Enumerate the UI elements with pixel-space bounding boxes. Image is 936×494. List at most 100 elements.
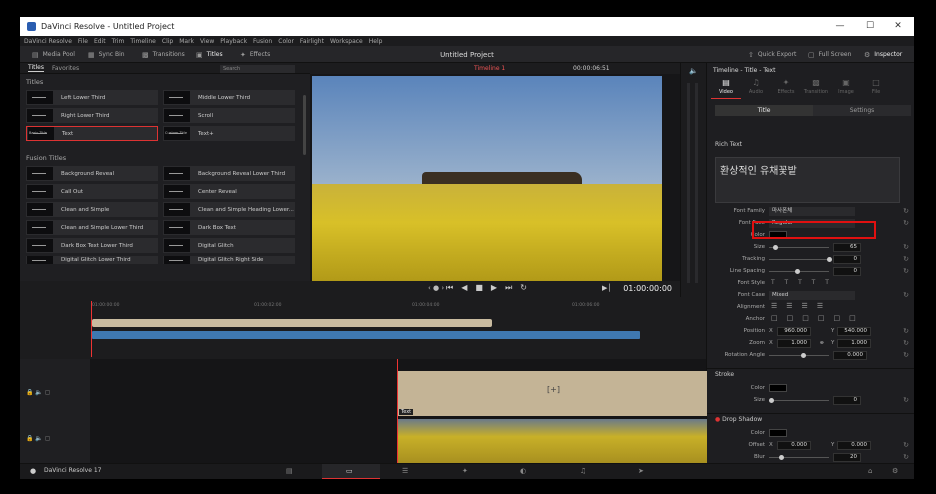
position-x-input[interactable]: 960.000 [777, 327, 811, 336]
tab-audio[interactable]: ♫ Audio [741, 75, 771, 99]
tab-effects[interactable]: ✦ Effects [771, 75, 801, 99]
menu-help[interactable]: Help [369, 38, 383, 45]
zoom-x-input[interactable]: 1.000 [777, 339, 811, 348]
size-slider[interactable] [769, 245, 829, 250]
anchor-buttons[interactable]: □□□□□□ [771, 314, 865, 322]
position-y-input[interactable]: 540.000 [837, 327, 871, 336]
font-case-select[interactable]: Mixed [769, 291, 855, 300]
fairlight-page-icon[interactable]: ♫ [580, 467, 586, 475]
blur-input[interactable]: 20 [833, 453, 861, 462]
track-controls-v1[interactable]: 🔒 🔈 ▢ [26, 435, 50, 442]
drop-shadow-section[interactable]: ● Drop Shadow [707, 413, 914, 425]
rich-text-input[interactable]: 환상적인 유채꽃밭 [715, 157, 900, 203]
playback-buttons[interactable]: ⏮◀■▶⏭↻ [446, 283, 535, 293]
inspector-button[interactable]: ⚙ Inspector [864, 49, 902, 60]
zoom-y-input[interactable]: 1.000 [837, 339, 871, 348]
stroke-size-slider[interactable] [769, 398, 829, 403]
tab-video[interactable]: ▤ Video [711, 75, 741, 99]
menu-edit[interactable]: Edit [94, 38, 106, 45]
video-clip[interactable] [397, 419, 707, 463]
menu-clip[interactable]: Clip [162, 38, 173, 45]
title-item[interactable]: Right Lower Third [26, 108, 158, 123]
rotation-slider[interactable] [769, 353, 829, 358]
stroke-size-input[interactable]: 0 [833, 396, 861, 405]
menu-resolve[interactable]: DaVinci Resolve [24, 38, 72, 45]
reset-icon[interactable]: ↻ [903, 243, 909, 251]
size-input[interactable]: 65 [833, 243, 861, 252]
timeline-name[interactable]: Timeline 1 [474, 65, 505, 72]
cut-page-tab-active[interactable]: ▭ [322, 464, 380, 479]
menu-mark[interactable]: Mark [179, 38, 194, 45]
reset-icon[interactable]: ↻ [903, 327, 909, 335]
edit-page-icon[interactable]: ☰ [402, 467, 408, 475]
fusion-title-item[interactable]: Call Out [26, 184, 158, 199]
fusion-title-item[interactable]: Center Reveal [163, 184, 295, 199]
title-item[interactable]: Scroll [163, 108, 295, 123]
home-icon[interactable]: ⌂ [868, 467, 872, 475]
menu-fairlight[interactable]: Fairlight [300, 38, 324, 45]
reset-icon[interactable]: ↻ [903, 219, 909, 227]
subtab-settings[interactable]: Settings [813, 105, 911, 116]
deliver-page-icon[interactable]: ➤ [638, 467, 644, 475]
menu-file[interactable]: File [78, 38, 88, 45]
skip-icon[interactable]: ▶│ [602, 284, 612, 292]
fusion-page-icon[interactable]: ✦ [462, 467, 468, 475]
fusion-title-item[interactable]: Clean and Simple [26, 202, 158, 217]
fusion-title-item[interactable]: Digital Glitch Right Side [163, 256, 295, 264]
media-page-icon[interactable]: ▤ [286, 467, 293, 475]
enable-dot-icon[interactable]: ● [715, 416, 720, 423]
title-clip[interactable]: [+] Text [397, 371, 707, 416]
offset-y-input[interactable]: 0.000 [837, 441, 871, 450]
speaker-icon[interactable]: 🔈 [689, 67, 698, 75]
reset-icon[interactable]: ↻ [903, 291, 909, 299]
reset-icon[interactable]: ↻ [903, 351, 909, 359]
fusion-title-item[interactable]: Digital Glitch [163, 238, 295, 253]
fusion-title-item[interactable]: Digital Glitch Lower Third [26, 256, 158, 264]
menu-playback[interactable]: Playback [220, 38, 247, 45]
menu-view[interactable]: View [200, 38, 214, 45]
video-clip-mini[interactable] [92, 331, 640, 339]
tab-favorites[interactable]: Favorites [52, 65, 79, 72]
link-icon[interactable]: ⚭ [819, 339, 825, 347]
subtab-title[interactable]: Title [715, 105, 813, 116]
full-screen-button[interactable]: ▢ Full Screen [808, 49, 851, 60]
rotation-input[interactable]: 0.000 [833, 351, 867, 360]
font-family-select[interactable]: 마사폰체 [769, 207, 855, 216]
jog-control[interactable]: ‹ ● › [428, 284, 444, 292]
menu-timeline[interactable]: Timeline [130, 38, 156, 45]
title-item-text-selected[interactable]: Basic Title Text [26, 126, 158, 141]
reset-icon[interactable]: ↻ [903, 255, 909, 263]
alignment-buttons[interactable]: ☰☰☰☰ [771, 302, 832, 310]
line-spacing-slider[interactable] [769, 269, 829, 274]
offset-x-input[interactable]: 0.000 [777, 441, 811, 450]
fusion-title-item[interactable]: Dark Box Text [163, 220, 295, 235]
fusion-title-item[interactable]: Background Reveal Lower Third [163, 166, 295, 181]
blur-slider[interactable] [769, 455, 829, 460]
reset-icon[interactable]: ↻ [903, 441, 909, 449]
reset-icon[interactable]: ↻ [903, 453, 909, 461]
close-icon[interactable]: ✕ [884, 17, 912, 36]
tab-transition[interactable]: ▩ Transition [801, 75, 831, 99]
title-clip-mini[interactable] [92, 319, 492, 327]
fusion-title-item[interactable]: Dark Box Text Lower Third [26, 238, 158, 253]
menu-trim[interactable]: Trim [112, 38, 125, 45]
tracking-input[interactable]: 0 [833, 255, 861, 264]
search-input[interactable]: Search [220, 65, 295, 73]
maximize-icon[interactable]: ☐ [856, 17, 884, 36]
menu-workspace[interactable]: Workspace [330, 38, 363, 45]
title-item[interactable]: Custom Title Text+ [163, 126, 295, 141]
playhead-lower[interactable] [397, 359, 398, 463]
shadow-color-swatch[interactable] [769, 429, 787, 437]
title-item[interactable]: Middle Lower Third [163, 90, 295, 105]
playhead-upper[interactable] [91, 301, 92, 357]
menu-fusion[interactable]: Fusion [253, 38, 272, 45]
stroke-color-swatch[interactable] [769, 384, 787, 392]
tab-titles[interactable]: Titles [28, 64, 44, 72]
fusion-title-item[interactable]: Clean and Simple Heading Lower... [163, 202, 295, 217]
library-scrollbar[interactable] [303, 95, 306, 155]
font-style-buttons[interactable]: TTTTT [771, 279, 839, 286]
tab-file[interactable]: □ File [861, 75, 891, 99]
menu-color[interactable]: Color [278, 38, 294, 45]
fusion-title-item[interactable]: Clean and Simple Lower Third [26, 220, 158, 235]
track-controls-v2[interactable]: 🔒 🔈 ▢ [26, 389, 50, 396]
